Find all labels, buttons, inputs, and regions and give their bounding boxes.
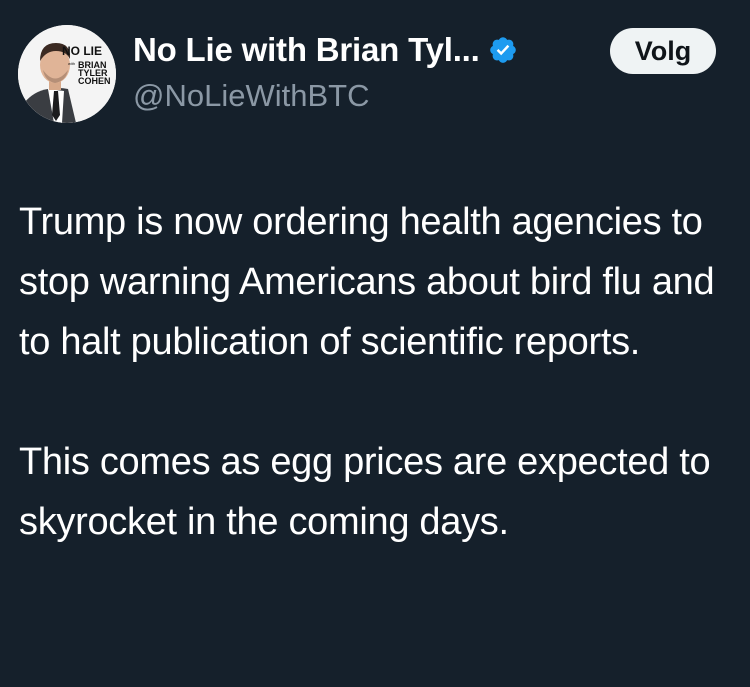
tweet-paragraph: Trump is now ordering health agencies to…	[19, 201, 715, 363]
author-handle[interactable]: @NoLieWithBTC	[133, 78, 369, 114]
avatar-logo-line1: NO LIE	[62, 44, 102, 58]
verified-badge-icon	[488, 35, 518, 65]
tweet-text: Trump is now ordering health agencies to…	[19, 192, 731, 552]
tweet-paragraph: This comes as egg prices are expected to…	[19, 441, 711, 543]
avatar-image: NO LIE with BRIAN TYLER COHEN	[18, 25, 116, 123]
author-name-row: No Lie with Brian Tyl...	[133, 28, 518, 72]
follow-button[interactable]: Volg	[610, 28, 716, 74]
avatar-logo-line5: COHEN	[78, 76, 111, 86]
avatar-logo-line2: with	[68, 61, 75, 66]
author-display-name[interactable]: No Lie with Brian Tyl...	[133, 31, 480, 69]
avatar[interactable]: NO LIE with BRIAN TYLER COHEN	[18, 25, 116, 123]
tweet-card: NO LIE with BRIAN TYLER COHEN No Lie wit…	[0, 0, 750, 687]
